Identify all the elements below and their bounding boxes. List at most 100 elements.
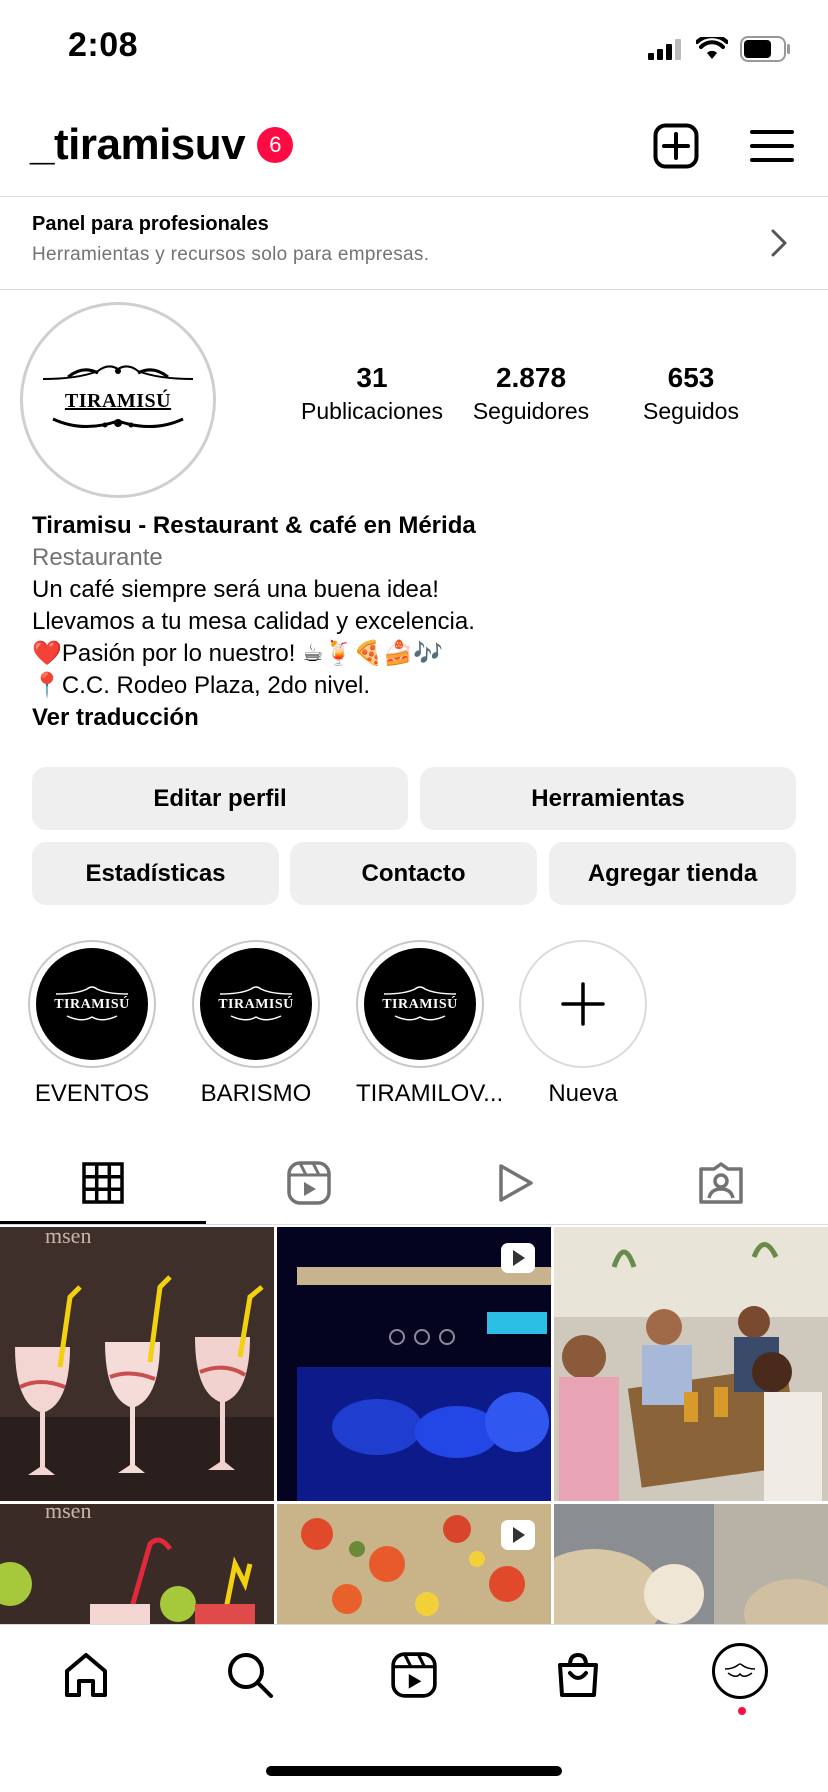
ornament-top-icon	[42, 364, 194, 380]
post-thumbnail[interactable]: msen	[0, 1227, 274, 1501]
bio-line: ❤️Pasión por lo nuestro! ☕🍹🍕🍰🎶	[32, 640, 444, 667]
tagged-icon	[699, 1162, 743, 1204]
stat-followers[interactable]: 2.878 Seguidores	[456, 362, 606, 425]
highlight-cover: TIRAMISÚ	[36, 948, 148, 1060]
highlight-logo-text: TIRAMISÚ	[54, 997, 130, 1012]
highlight-ring: TIRAMISÚ	[356, 940, 484, 1068]
stat-posts-label: Publicaciones	[301, 398, 443, 424]
ornament-icon	[219, 986, 293, 995]
profile-avatar[interactable]: TIRAMISÚ	[20, 302, 216, 498]
highlight-ring: TIRAMISÚ	[28, 940, 156, 1068]
drinks-image: msen	[0, 1504, 274, 1624]
highlight-name: BARISMO	[200, 1080, 312, 1107]
nav-shop[interactable]	[548, 1645, 608, 1705]
battery-icon	[740, 36, 790, 62]
highlight-ring	[519, 940, 647, 1068]
chevron-right-icon	[771, 229, 787, 257]
profile-notification-dot	[738, 1707, 746, 1715]
add-shop-button[interactable]: Agregar tienda	[549, 842, 796, 905]
bio-line-location: 📍C.C. Rodeo Plaza, 2do nivel.	[32, 672, 371, 699]
ornament-icon	[66, 1015, 118, 1021]
diners-image	[554, 1227, 828, 1501]
edit-profile-button[interactable]: Editar perfil	[32, 767, 408, 830]
nav-reels[interactable]	[384, 1645, 444, 1705]
highlight-logo-text: TIRAMISÚ	[382, 997, 458, 1012]
stat-followers-label: Seguidores	[472, 398, 590, 424]
highlight-name: TIRAMILOV...	[356, 1080, 504, 1107]
stat-followers-value: 2.878	[495, 362, 567, 393]
nav-profile[interactable]	[712, 1643, 768, 1699]
search-icon	[228, 1653, 273, 1698]
home-icon	[65, 1653, 107, 1697]
highlight-item[interactable]: TIRAMISÚ TIRAMILOV...	[356, 940, 504, 1108]
reels-icon	[391, 1652, 437, 1698]
wifi-icon	[696, 37, 728, 59]
ornament-bottom-icon	[52, 417, 184, 428]
tab-reels[interactable]	[206, 1140, 412, 1226]
post-thumbnail[interactable]	[277, 1504, 551, 1624]
shopping-bag-icon	[558, 1652, 598, 1697]
plus-square-icon	[653, 123, 699, 169]
username-text: _tiramisuv	[30, 120, 246, 169]
nav-home[interactable]	[56, 1645, 116, 1705]
see-translation-link[interactable]: Ver traducción	[32, 702, 199, 734]
post-thumbnail[interactable]: msen	[0, 1504, 274, 1624]
highlight-name: Nueva	[548, 1080, 618, 1107]
ornament-icon	[724, 1663, 756, 1670]
highlight-item[interactable]: TIRAMISÚ BARISMO	[192, 940, 320, 1108]
divider	[0, 289, 828, 290]
profile-avatar-small	[718, 1649, 762, 1693]
tiramisu-logo: TIRAMISÚ	[38, 361, 198, 440]
svg-text:msen: msen	[45, 1227, 91, 1248]
profile-username-header[interactable]: _tiramisuv 6	[30, 120, 294, 170]
bread-image	[554, 1504, 828, 1624]
avatar-logo-text: TIRAMISÚ	[64, 389, 172, 412]
stat-posts[interactable]: 31 Publicaciones	[294, 362, 450, 425]
grid-icon	[82, 1162, 124, 1204]
status-icons	[648, 36, 792, 62]
bio-line: Un café siempre será una buena idea!	[32, 576, 439, 603]
notification-badge: 6	[257, 127, 294, 163]
menu-button[interactable]	[746, 120, 798, 172]
highlight-cover: TIRAMISÚ	[364, 948, 476, 1060]
ornament-icon	[230, 1015, 282, 1021]
create-post-button[interactable]	[650, 120, 702, 172]
divider	[0, 1224, 828, 1225]
stat-following-label: Seguidos	[643, 398, 739, 424]
wine-cooler-image	[277, 1227, 551, 1501]
post-thumbnail[interactable]	[554, 1504, 828, 1624]
stat-following[interactable]: 653 Seguidos	[620, 362, 762, 425]
reels-icon	[287, 1161, 331, 1205]
home-indicator	[266, 1766, 562, 1776]
cocktails-image: msen	[0, 1227, 274, 1501]
highlight-name: EVENTOS	[34, 1080, 150, 1107]
video-play-icon	[499, 1164, 533, 1202]
ornament-icon	[394, 1015, 446, 1021]
bio-category: Restaurante	[32, 544, 163, 571]
bio-line: Llevamos a tu mesa calidad y excelencia.	[32, 608, 475, 635]
highlight-item[interactable]: TIRAMISÚ EVENTOS	[28, 940, 156, 1108]
ornament-icon	[55, 986, 129, 995]
tab-videos[interactable]	[412, 1140, 618, 1226]
stat-following-value: 653	[667, 362, 715, 393]
tab-tagged[interactable]	[618, 1140, 824, 1226]
highlight-ring: TIRAMISÚ	[192, 940, 320, 1068]
professional-dashboard-row[interactable]	[0, 197, 828, 289]
tab-posts-grid[interactable]	[0, 1140, 206, 1226]
nav-search[interactable]	[220, 1645, 280, 1705]
signal-icon	[648, 39, 681, 60]
post-thumbnail[interactable]	[277, 1227, 551, 1501]
plus-icon	[561, 982, 605, 1026]
ornament-icon	[727, 1672, 753, 1677]
stat-posts-value: 31	[356, 362, 388, 393]
hamburger-menu-icon	[750, 130, 794, 162]
status-time: 2:08	[68, 26, 139, 64]
post-thumbnail[interactable]	[554, 1227, 828, 1501]
new-highlight-button[interactable]: Nueva	[519, 940, 647, 1108]
bio-name: Tiramisu - Restaurant & café en Mérida	[32, 512, 476, 539]
pro-panel-subtitle: Herramientas y recursos solo para empres…	[32, 244, 430, 265]
tools-button[interactable]: Herramientas	[420, 767, 796, 830]
pizza-image	[277, 1504, 551, 1624]
insights-button[interactable]: Estadísticas	[32, 842, 279, 905]
contact-button[interactable]: Contacto	[290, 842, 537, 905]
